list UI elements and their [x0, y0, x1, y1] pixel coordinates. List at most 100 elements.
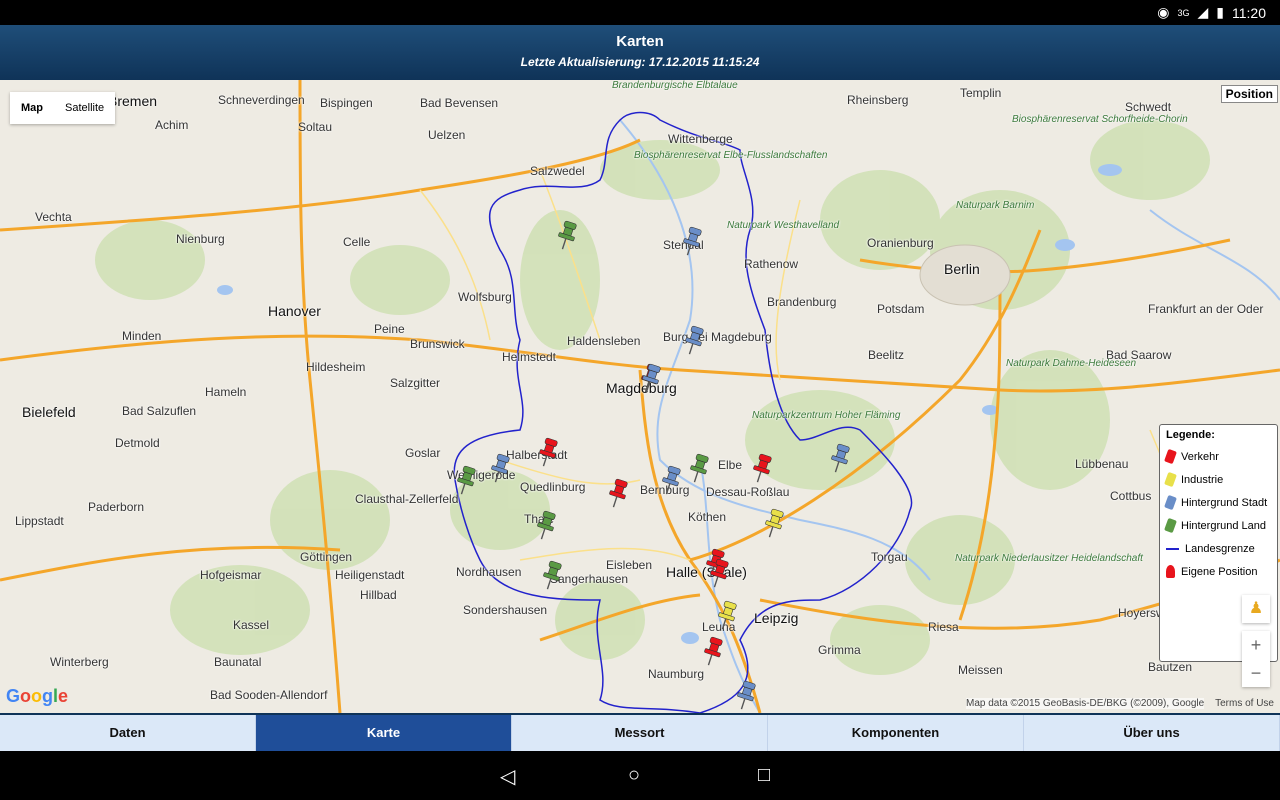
map-place-label: Kassel	[233, 618, 270, 632]
legend-title: Legende:	[1166, 429, 1215, 441]
battery-icon: ▮	[1216, 4, 1224, 20]
map-pin-icon[interactable]	[702, 636, 726, 668]
map-place-label: Winterberg	[50, 655, 109, 669]
map-pin-icon[interactable]	[708, 558, 732, 590]
home-icon[interactable]: ○	[628, 764, 640, 787]
map-place-label: Soltau	[298, 120, 333, 134]
map-place-label: Naturpark Dahme-Heideseen	[1006, 358, 1137, 369]
map-place-label: Grimma	[818, 643, 861, 657]
map-type-satellite[interactable]: Satellite	[54, 92, 115, 124]
map-place-label: Meissen	[958, 663, 1003, 677]
map-place-label: Haldensleben	[567, 334, 641, 348]
map-place-label: Bad Salzuflen	[122, 404, 197, 418]
map-pin-icon[interactable]	[688, 453, 712, 485]
google-logo: Google	[6, 686, 69, 706]
border-line-icon	[1166, 547, 1179, 550]
tab-daten[interactable]: Daten	[0, 715, 256, 751]
map-place-label: Frankfurt an der Oder	[1148, 302, 1264, 316]
map-pin-icon[interactable]	[660, 465, 684, 497]
map-place-label: Hameln	[205, 385, 247, 399]
map-place-label: Berlin	[944, 261, 980, 277]
map-place-label: Detmold	[115, 436, 160, 450]
signal-icon: ◢	[1197, 4, 1209, 20]
map-pin-icon[interactable]	[455, 465, 479, 497]
map-place-label: Uelzen	[428, 128, 466, 142]
position-button[interactable]: Position	[1220, 85, 1278, 103]
app-header: Karten Letzte Aktualisierung: 17.12.2015…	[0, 25, 1280, 80]
map-place-label: Vechta	[35, 210, 72, 224]
map-place-label: Rathenow	[744, 257, 799, 271]
tab-messort[interactable]: Messort	[512, 715, 768, 751]
tab-ueber-uns[interactable]: Über uns	[1024, 715, 1280, 751]
map-place-label: Brandenburgische Elbtalaue	[612, 80, 738, 91]
map-place-label: Torgau	[871, 550, 908, 564]
legend-item: Verkehr	[1164, 445, 1271, 468]
map-pin-icon[interactable]	[681, 226, 705, 258]
status-bar: ◉ 3G ◢ ▮ 11:20	[0, 0, 1280, 25]
map-place-label: Paderborn	[88, 500, 145, 514]
zoom-in-button[interactable]: +	[1242, 631, 1270, 659]
map-pin-icon[interactable]	[535, 510, 559, 542]
map-place-label: Peine	[374, 322, 405, 336]
map-place-label: Biosphärenreservat Elbe-Flusslandschafte…	[634, 150, 828, 161]
recents-icon[interactable]: □	[758, 764, 770, 787]
map-place-label: Potsdam	[877, 302, 925, 316]
map-type-map[interactable]: Map	[10, 92, 54, 124]
last-update: Letzte Aktualisierung: 17.12.2015 11:15:…	[520, 55, 760, 69]
map-place-label: Helmstedt	[502, 350, 557, 364]
legend: Legende: Verkehr Industrie Hintergrund S…	[1159, 424, 1278, 662]
map-place-label: Naturparkzentrum Hoher Fläming	[752, 410, 901, 421]
map-place-label: Riesa	[928, 620, 959, 634]
map-place-label: Brunswick	[410, 337, 465, 351]
legend-label: Landesgrenze	[1185, 542, 1255, 555]
map-place-label: Hildesheim	[306, 360, 366, 374]
legend-label: Verkehr	[1181, 450, 1219, 463]
legend-item: Hintergrund Stadt	[1164, 491, 1271, 514]
page-title: Karten	[616, 33, 664, 50]
terms-link[interactable]: Terms of Use	[1215, 698, 1274, 709]
map-pin-icon[interactable]	[640, 363, 664, 395]
map-place-label: Lübbenau	[1075, 457, 1129, 471]
legend-item: Hintergrund Land	[1164, 514, 1271, 537]
tab-komponenten[interactable]: Komponenten	[768, 715, 1024, 751]
map-place-label: Bispingen	[320, 96, 373, 110]
map-place-label: Göttingen	[300, 550, 353, 564]
map-place-label: Minden	[122, 329, 162, 343]
map-place-label: Baunatal	[214, 655, 262, 669]
map-place-label: Celle	[343, 235, 371, 249]
legend-label: Industrie	[1181, 473, 1224, 486]
map-place-label: Naturpark Westhavelland	[727, 220, 840, 231]
map-pin-icon[interactable]	[683, 325, 707, 357]
map-pin-icon[interactable]	[716, 600, 740, 632]
map-pin-icon[interactable]	[763, 508, 787, 540]
map-pin-icon[interactable]	[489, 453, 513, 485]
map-pin-icon[interactable]	[556, 220, 580, 252]
map-pin-icon[interactable]	[607, 478, 631, 510]
clock: 11:20	[1232, 4, 1266, 21]
map-pin-icon[interactable]	[735, 680, 759, 712]
map-place-label: Bad Sooden-Allendorf	[210, 688, 328, 702]
map-pin-icon[interactable]	[829, 443, 853, 475]
map-place-label: Elbe	[718, 458, 743, 472]
pin-yellow-icon	[1164, 471, 1177, 488]
map-view[interactable]: Bremen Schneverdingen Bispingen Bad Bevense…	[0, 80, 1280, 713]
tab-karte[interactable]: Karte	[256, 715, 512, 751]
pegman-icon[interactable]: ♟	[1242, 595, 1270, 623]
map-place-label: Köthen	[688, 510, 727, 524]
map-pin-icon[interactable]	[541, 560, 565, 592]
back-icon[interactable]: ◁	[500, 764, 515, 789]
zoom-out-button[interactable]: −	[1242, 659, 1270, 687]
map-place-label: Bautzen	[1148, 660, 1193, 674]
map-canvas	[0, 80, 1280, 713]
map-place-label: Cottbus	[1110, 489, 1152, 503]
map-place-label: Salzwedel	[530, 164, 585, 178]
map-attribution: Map data ©2015 GeoBasis-DE/BKG (©2009), …	[966, 698, 1205, 709]
map-place-label: Templin	[960, 86, 1002, 100]
legend-label: Eigene Position	[1181, 565, 1258, 578]
map-place-label: Hillbad	[360, 588, 397, 602]
map-place-label: Clausthal-Zellerfeld	[355, 492, 459, 506]
legend-item: Landesgrenze	[1166, 537, 1271, 560]
map-pin-icon[interactable]	[751, 453, 775, 485]
map-place-label: Naturpark Niederlausitzer Heidelandschaf…	[955, 553, 1143, 564]
map-pin-icon[interactable]	[537, 437, 561, 469]
